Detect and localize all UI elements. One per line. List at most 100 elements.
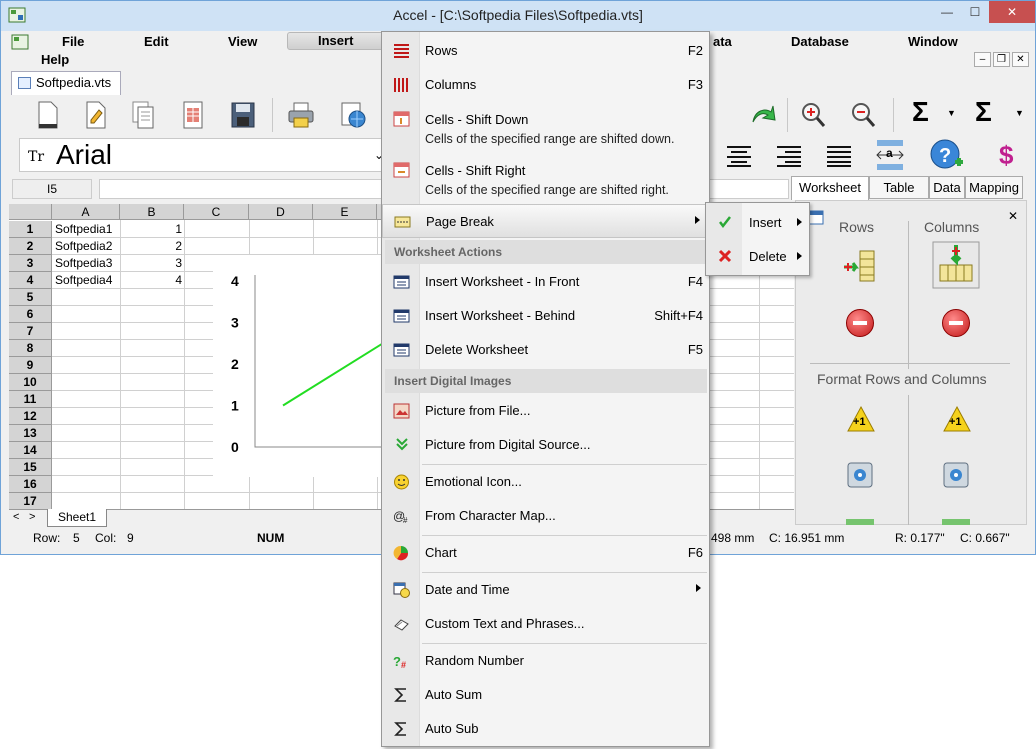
autosum-icon[interactable]: Σ <box>912 96 929 128</box>
row-header[interactable]: 9 <box>9 357 52 374</box>
menu-insert[interactable]: Insert <box>287 32 385 50</box>
row-header[interactable]: 10 <box>9 374 52 391</box>
cell-b4[interactable]: 4 <box>120 272 182 289</box>
delete-rows-icon[interactable] <box>846 309 874 337</box>
sheet-nav-right-icon[interactable]: > <box>29 511 35 523</box>
select-all-corner[interactable] <box>9 204 52 220</box>
menu-edit[interactable]: Edit <box>144 34 169 49</box>
font-name-select[interactable]: Tr Arial ⌄ <box>19 138 389 172</box>
cell-b1[interactable]: 1 <box>120 221 182 238</box>
row-header[interactable]: 6 <box>9 306 52 323</box>
row-header[interactable]: 17 <box>9 493 52 509</box>
row-header[interactable]: 11 <box>9 391 52 408</box>
increase-row-height-icon[interactable]: +1 <box>846 405 876 433</box>
menu-item-auto-sum[interactable]: Auto Sum <box>382 678 709 712</box>
tab-worksheet[interactable]: Worksheet <box>791 176 869 200</box>
row-header[interactable]: 2 <box>9 238 52 255</box>
menu-item-chart[interactable]: Chart F6 <box>382 536 709 570</box>
menu-help[interactable]: Help <box>41 52 69 67</box>
row-header[interactable]: 8 <box>9 340 52 357</box>
row-header[interactable]: 16 <box>9 476 52 493</box>
submenu-item-insert[interactable]: Insert <box>706 205 809 239</box>
menu-item-page-break[interactable]: Page Break <box>382 204 709 238</box>
column-width-settings-icon[interactable] <box>942 461 970 489</box>
mdi-close-button[interactable]: ✕ <box>1012 52 1029 67</box>
save-disk-icon[interactable] <box>229 100 257 130</box>
document-system-icon[interactable] <box>11 34 29 50</box>
print-icon[interactable] <box>287 100 315 130</box>
autosum-dropdown-icon[interactable]: ▼ <box>947 108 956 118</box>
cell-b2[interactable]: 2 <box>120 238 182 255</box>
row-header[interactable]: 14 <box>9 442 52 459</box>
menu-file[interactable]: File <box>62 34 84 49</box>
tab-data[interactable]: Data <box>929 176 965 199</box>
menu-item-picture-digital-source[interactable]: Picture from Digital Source... <box>382 428 709 462</box>
menu-item-character-map[interactable]: @ # From Character Map... <box>382 499 709 533</box>
cell-a4[interactable]: Softpedia4 <box>55 272 112 289</box>
row-height-settings-icon[interactable] <box>846 461 874 489</box>
panel-close-icon[interactable]: ✕ <box>1008 209 1018 223</box>
copy-documents-icon[interactable] <box>129 100 157 130</box>
row-header[interactable]: 1 <box>9 221 52 238</box>
new-document-icon[interactable] <box>33 100 61 130</box>
currency-icon[interactable]: $ <box>999 140 1013 171</box>
document-tab[interactable]: Softpedia.vts <box>11 71 121 95</box>
menu-item-cells-shift-down[interactable]: Cells - Shift Down Cells of the specifie… <box>382 102 709 152</box>
mdi-minimize-button[interactable]: – <box>974 52 991 67</box>
menu-item-emotional-icon[interactable]: Emotional Icon... <box>382 465 709 499</box>
help-icon[interactable]: ? <box>929 138 965 174</box>
redo-arrow-icon[interactable] <box>749 100 777 130</box>
zoom-out-icon[interactable] <box>849 100 877 130</box>
menu-item-insert-worksheet-behind[interactable]: Insert Worksheet - Behind Shift+F4 <box>382 299 709 333</box>
row-header[interactable]: 15 <box>9 459 52 476</box>
open-document-icon[interactable] <box>81 100 109 130</box>
column-header[interactable]: A <box>52 204 120 220</box>
autosub-dropdown-icon[interactable]: ▼ <box>1015 108 1024 118</box>
web-publish-icon[interactable] <box>339 100 367 130</box>
zoom-in-icon[interactable] <box>799 100 827 130</box>
cell-a2[interactable]: Softpedia2 <box>55 238 112 255</box>
mdi-restore-button[interactable]: ❐ <box>993 52 1010 67</box>
line-chart[interactable]: 0 1 2 3 4 <box>213 255 383 477</box>
menu-item-delete-worksheet[interactable]: Delete Worksheet F5 <box>382 333 709 367</box>
menu-item-cells-shift-right[interactable]: Cells - Shift Right Cells of the specifi… <box>382 153 709 203</box>
column-header[interactable]: C <box>184 204 249 220</box>
align-right-icon[interactable] <box>775 144 803 168</box>
menu-item-rows[interactable]: Rows F2 <box>382 34 709 68</box>
submenu-item-delete[interactable]: Delete <box>706 239 809 273</box>
tab-mapping[interactable]: Mapping <box>965 176 1023 199</box>
align-center-icon[interactable] <box>725 144 753 168</box>
row-header[interactable]: 12 <box>9 408 52 425</box>
column-header[interactable]: E <box>313 204 377 220</box>
column-header[interactable]: B <box>120 204 184 220</box>
menu-item-random-number[interactable]: ? # Random Number <box>382 644 709 678</box>
minimize-button[interactable]: — <box>933 1 961 23</box>
align-justify-icon[interactable] <box>825 144 853 168</box>
menu-item-auto-sub[interactable]: Auto Sub <box>382 712 709 746</box>
insert-rows-icon[interactable] <box>842 249 878 283</box>
sheet-nav-left-icon[interactable]: < <box>13 511 19 523</box>
increase-column-width-icon[interactable]: +1 <box>942 405 972 433</box>
close-button[interactable]: ✕ <box>989 1 1035 23</box>
cell-a3[interactable]: Softpedia3 <box>55 255 112 272</box>
row-header[interactable]: 7 <box>9 323 52 340</box>
menu-window[interactable]: Window <box>908 34 958 49</box>
row-header[interactable]: 4 <box>9 272 52 289</box>
menu-item-custom-text[interactable]: Custom Text and Phrases... <box>382 607 709 641</box>
row-header[interactable]: 5 <box>9 289 52 306</box>
cell-a1[interactable]: Softpedia1 <box>55 221 112 238</box>
green-bar-icon[interactable] <box>942 519 970 525</box>
menu-item-date-time[interactable]: Date and Time <box>382 573 709 607</box>
menu-item-columns[interactable]: Columns F3 <box>382 68 709 102</box>
row-header[interactable]: 3 <box>9 255 52 272</box>
cell-reference-box[interactable]: I5 <box>12 179 92 199</box>
menu-database[interactable]: Database <box>791 34 849 49</box>
maximize-button[interactable]: ☐ <box>961 1 989 23</box>
spreadsheet-document-icon[interactable] <box>179 100 207 130</box>
tab-table[interactable]: Table <box>869 176 929 199</box>
sheet-tab[interactable]: Sheet1 <box>47 509 107 527</box>
green-bar-icon[interactable] <box>846 519 874 525</box>
menu-item-picture-from-file[interactable]: Picture from File... <box>382 394 709 428</box>
row-header[interactable]: 13 <box>9 425 52 442</box>
menu-data[interactable]: ata <box>713 34 732 49</box>
